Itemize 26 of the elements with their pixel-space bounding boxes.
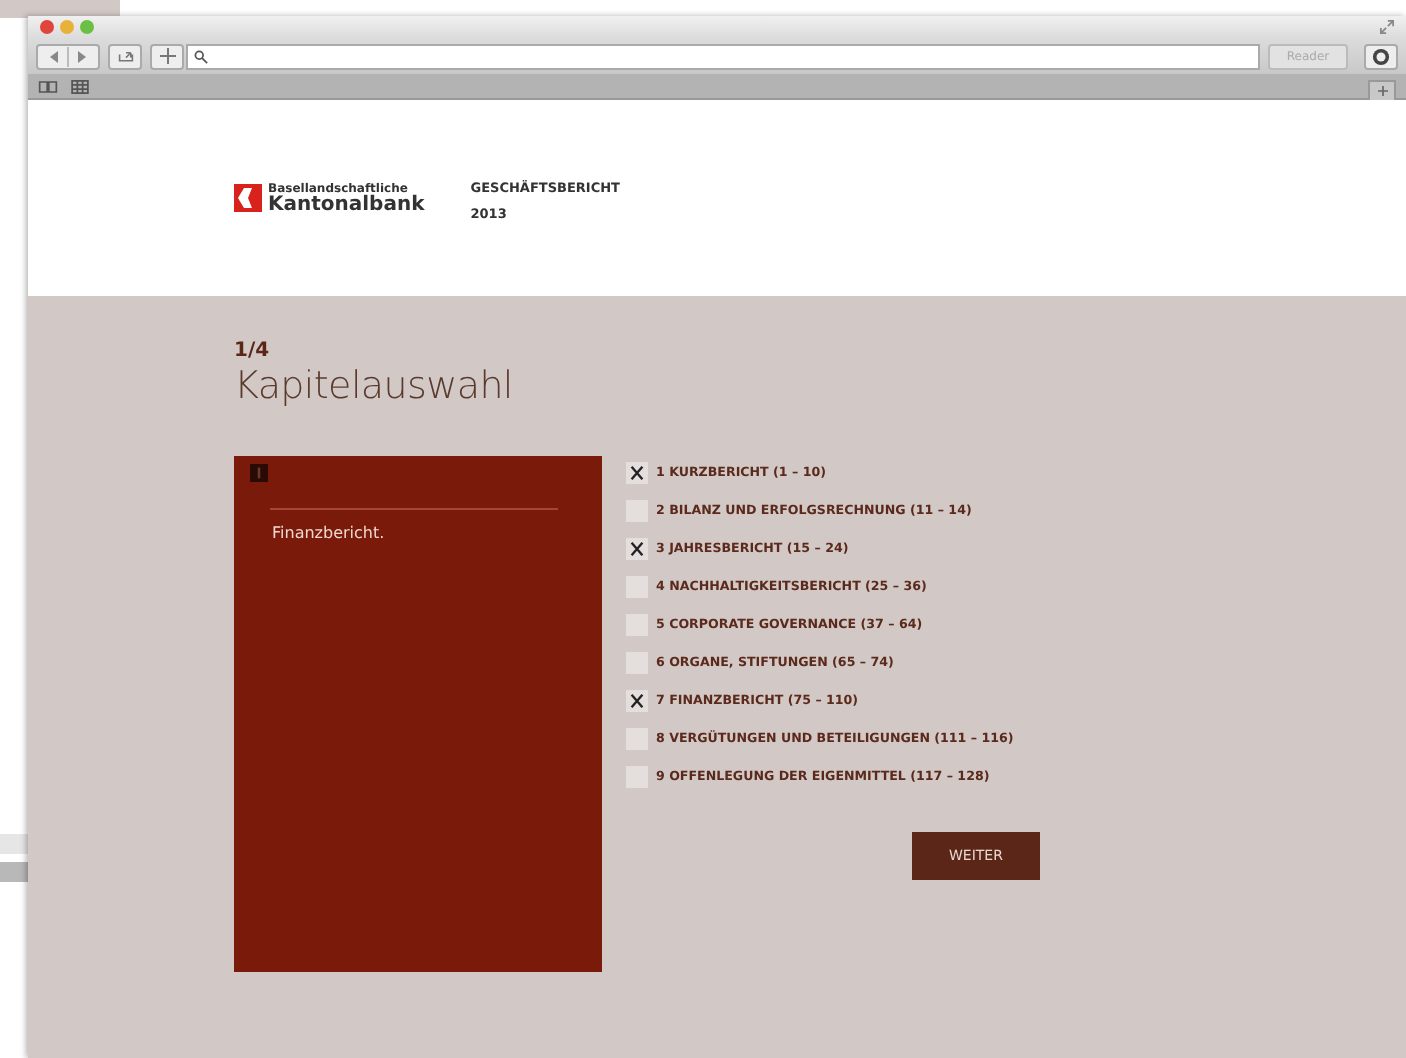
address-field[interactable] [186, 43, 1260, 69]
grid-icon[interactable] [70, 79, 90, 93]
panel-text: Finanzbericht. [272, 524, 387, 542]
search-icon [194, 49, 208, 63]
back-forward-buttons[interactable] [36, 43, 100, 69]
minimize-button[interactable] [60, 20, 74, 34]
book-icon[interactable] [38, 79, 58, 93]
downloads-button[interactable] [1364, 43, 1398, 69]
share-button[interactable] [108, 43, 142, 69]
share-icon [117, 48, 133, 64]
checkbox[interactable] [626, 538, 648, 560]
plus-icon [1377, 85, 1387, 95]
bank-name: Kantonalbank [268, 195, 425, 215]
logo-icon [234, 184, 262, 212]
info-icon [250, 464, 268, 482]
add-bookmark-button[interactable] [150, 43, 184, 69]
fullscreen-icon[interactable] [1380, 20, 1394, 34]
checkbox[interactable] [626, 462, 648, 484]
checkbox[interactable] [626, 690, 648, 712]
page-heading: Kapitelauswahl [234, 364, 515, 408]
new-tab-button[interactable] [1368, 79, 1396, 99]
close-button[interactable] [40, 20, 54, 34]
step-indicator: 1/4 [234, 340, 272, 364]
zoom-button[interactable] [80, 20, 94, 34]
plus-icon [159, 48, 175, 64]
ring-icon [1372, 47, 1390, 65]
